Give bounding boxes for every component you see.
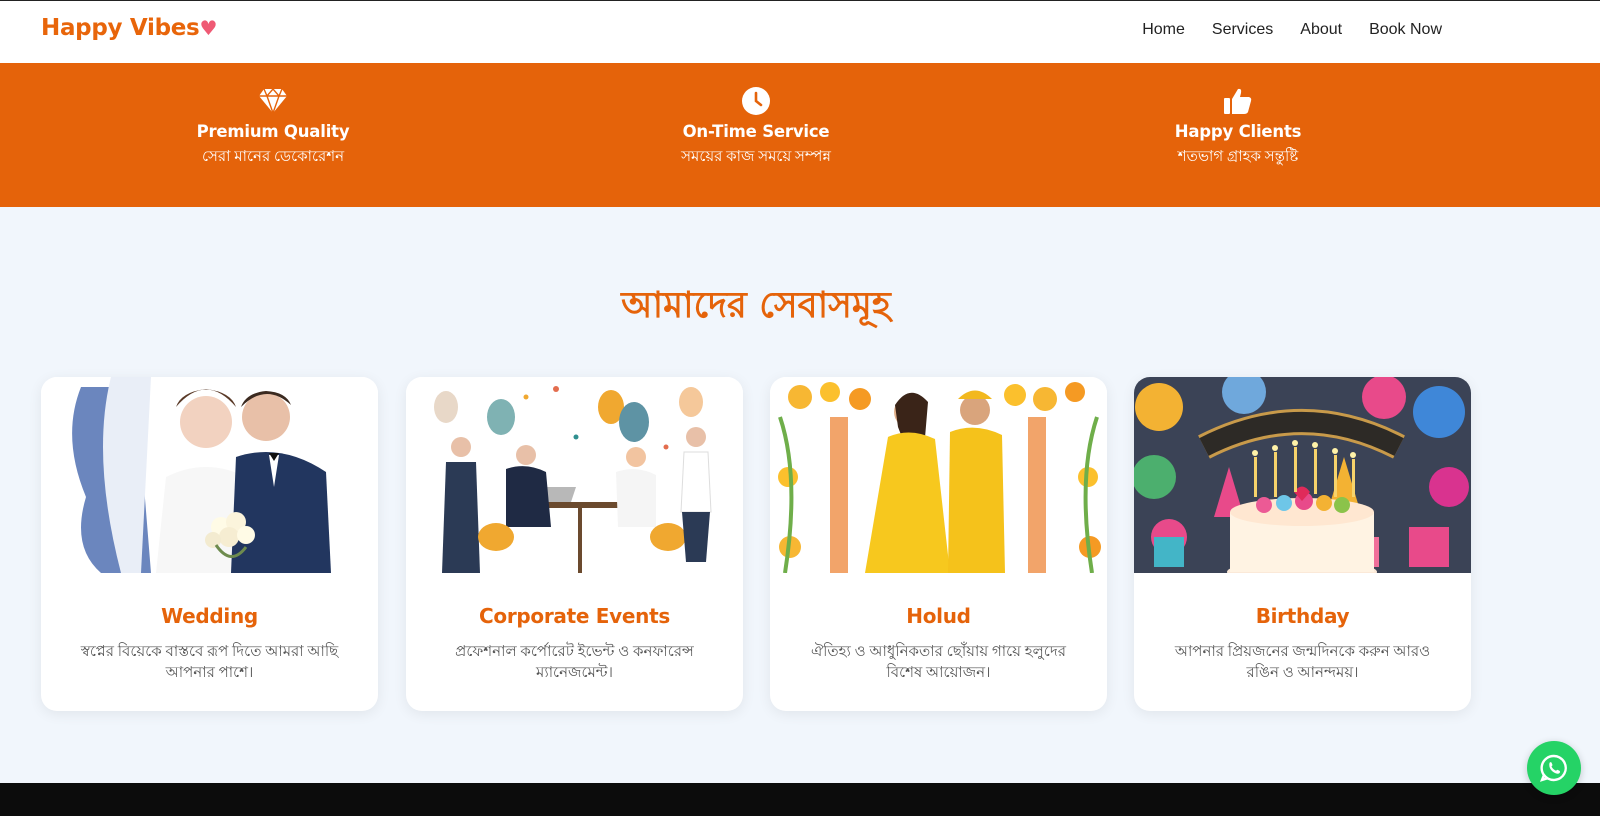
card-description: ঐতিহ্য ও আধুনিকতার ছোঁয়ায় গায়ে হলুদের…: [811, 644, 1066, 681]
top-navbar: Happy Vibes♥ Home Services About Book No…: [0, 0, 1600, 63]
card-title: Wedding: [161, 604, 258, 628]
wedding-couple-image: [41, 377, 378, 573]
heart-icon: ♥: [199, 16, 218, 40]
card-description: প্রফেশনাল কর্পোরেট ইভেন্ট ও কনফারেন্স ম্…: [455, 644, 694, 681]
feature-subtitle: সেরা মানের ডেকোরেশন: [201, 149, 345, 165]
nav-menu: Home Services About Book Now: [1142, 21, 1442, 39]
feature-premium-quality: Premium Quality সেরা মানের ডেকোরেশন: [123, 84, 423, 170]
birthday-cake-image: [1134, 377, 1471, 573]
holud-ceremony-image: [770, 377, 1107, 573]
card-title: Birthday: [1255, 604, 1350, 628]
feature-subtitle: শতভাগ গ্রাহক সন্তুষ্টি: [1177, 149, 1299, 165]
card-description: আপনার প্রিয়জনের জন্মদিনকে করুন আরও রঙিন…: [1174, 644, 1431, 681]
whatsapp-button[interactable]: [1527, 741, 1581, 795]
nav-about-link[interactable]: About: [1300, 21, 1342, 39]
brand-logo[interactable]: Happy Vibes♥: [41, 15, 217, 41]
feature-title: Premium Quality: [196, 122, 350, 141]
card-description: স্বপ্নের বিয়েকে বাস্তবে রূপ দিতে আমরা আ…: [80, 644, 339, 681]
corporate-meeting-image: [406, 377, 743, 573]
nav-services-link[interactable]: Services: [1212, 21, 1273, 39]
feature-subtitle: সময়ের কাজ সময়ে সম্পন্ন: [681, 149, 831, 165]
feature-happy-clients: Happy Clients শতভাগ গ্রাহক সন্তুষ্টি: [1088, 84, 1388, 170]
features-band: Premium Quality সেরা মানের ডেকোরেশন On-T…: [0, 63, 1600, 207]
service-card-holud[interactable]: Holud ঐতিহ্য ও আধুনিকতার ছোঁয়ায় গায়ে …: [770, 377, 1107, 711]
diamond-icon: [123, 84, 423, 118]
nav-book-now-link[interactable]: Book Now: [1369, 21, 1442, 39]
services-heading: আমাদের সেবাসমূহ: [621, 285, 891, 326]
service-card-corporate-events[interactable]: Corporate Events প্রফেশনাল কর্পোরেট ইভেন…: [406, 377, 743, 711]
card-title: Corporate Events: [479, 604, 670, 628]
whatsapp-icon: [1539, 754, 1567, 782]
thumbs-up-icon: [1088, 84, 1388, 118]
brand-name: Happy Vibes: [41, 15, 200, 41]
clock-icon: [606, 84, 906, 118]
feature-on-time-service: On-Time Service সময়ের কাজ সময়ে সম্পন্ন: [606, 84, 906, 170]
service-card-birthday[interactable]: Birthday আপনার প্রিয়জনের জন্মদিনকে করুন…: [1134, 377, 1471, 711]
feature-title: Happy Clients: [1174, 122, 1302, 141]
footer: [0, 783, 1600, 816]
card-title: Holud: [906, 604, 971, 628]
nav-home-link[interactable]: Home: [1142, 21, 1185, 39]
service-card-wedding[interactable]: Wedding স্বপ্নের বিয়েকে বাস্তবে রূপ দিত…: [41, 377, 378, 711]
feature-title: On-Time Service: [682, 122, 830, 141]
